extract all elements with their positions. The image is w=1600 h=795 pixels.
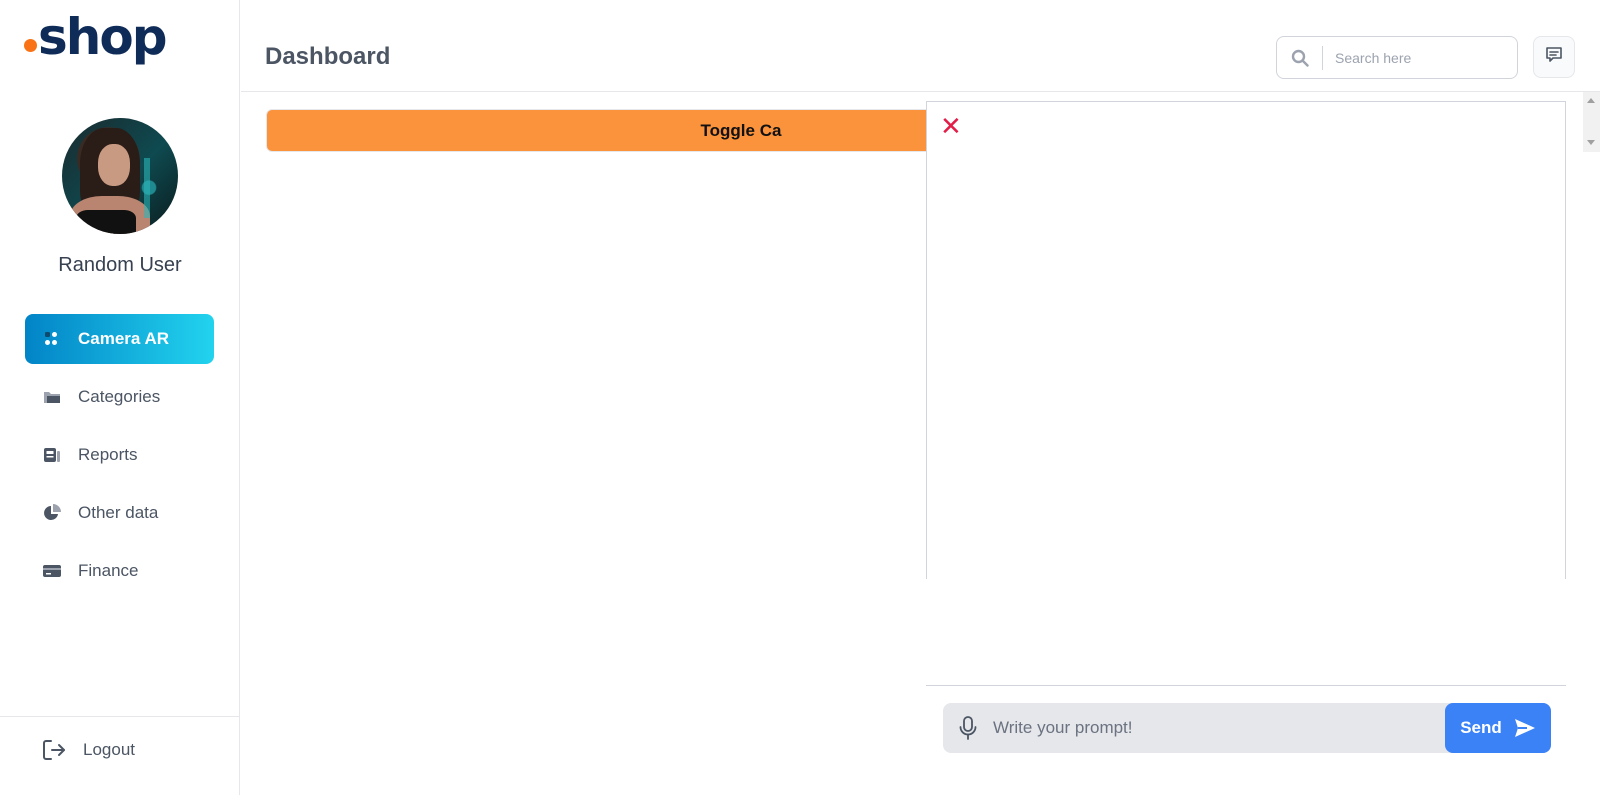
sidebar-item-categories[interactable]: Categories: [25, 372, 214, 422]
chat-panel: ✕: [926, 101, 1566, 579]
scroll-down-arrow-icon[interactable]: [1587, 140, 1595, 145]
top-header: Dashboard: [241, 0, 1600, 92]
logo-dot: [24, 39, 37, 52]
sidebar-item-label: Other data: [78, 503, 159, 522]
pie-chart-icon: [42, 503, 62, 523]
sidebar: shop Random User Camera AR Categories Re…: [0, 0, 240, 795]
send-button[interactable]: Send: [1445, 703, 1551, 753]
sidebar-item-label: Reports: [78, 445, 138, 464]
folder-icon: [42, 387, 62, 407]
close-icon[interactable]: ✕: [940, 114, 962, 140]
message-icon: [1545, 46, 1563, 69]
shop-logo[interactable]: shop: [24, 8, 167, 72]
sidebar-nav: Camera AR Categories Reports Other data …: [25, 314, 214, 604]
chat-toggle-button[interactable]: [1533, 36, 1575, 78]
logo-text: shop: [38, 8, 167, 66]
prompt-input[interactable]: [993, 718, 1445, 738]
logout-button[interactable]: Logout: [42, 739, 135, 761]
paper-plane-icon: [1514, 718, 1536, 738]
dots-grid-icon: [42, 329, 62, 349]
sidebar-item-finance[interactable]: Finance: [25, 546, 214, 596]
sidebar-item-camera-ar[interactable]: Camera AR: [25, 314, 214, 364]
page-title: Dashboard: [265, 43, 391, 70]
send-label: Send: [1460, 718, 1502, 737]
logout-section: Logout: [0, 716, 240, 795]
prompt-bar: Send: [943, 703, 1551, 753]
search-box: [1276, 36, 1518, 79]
chat-divider: [926, 685, 1566, 686]
sidebar-item-other-data[interactable]: Other data: [25, 488, 214, 538]
credit-card-icon: [42, 561, 62, 581]
sidebar-item-label: Categories: [78, 387, 161, 406]
logout-icon: [42, 739, 66, 761]
scroll-up-arrow-icon[interactable]: [1587, 98, 1595, 103]
avatar: [62, 118, 178, 234]
sidebar-item-label: Finance: [78, 561, 139, 580]
scrollbar[interactable]: [1583, 92, 1600, 152]
sidebar-item-reports[interactable]: Reports: [25, 430, 214, 480]
user-name: Random User: [58, 254, 182, 276]
sidebar-item-label: Camera AR: [78, 329, 170, 348]
search-icon: [1277, 45, 1323, 70]
microphone-icon[interactable]: [943, 716, 993, 740]
logout-label: Logout: [83, 740, 135, 759]
search-input[interactable]: [1335, 37, 1505, 78]
newspaper-icon: [42, 445, 62, 465]
